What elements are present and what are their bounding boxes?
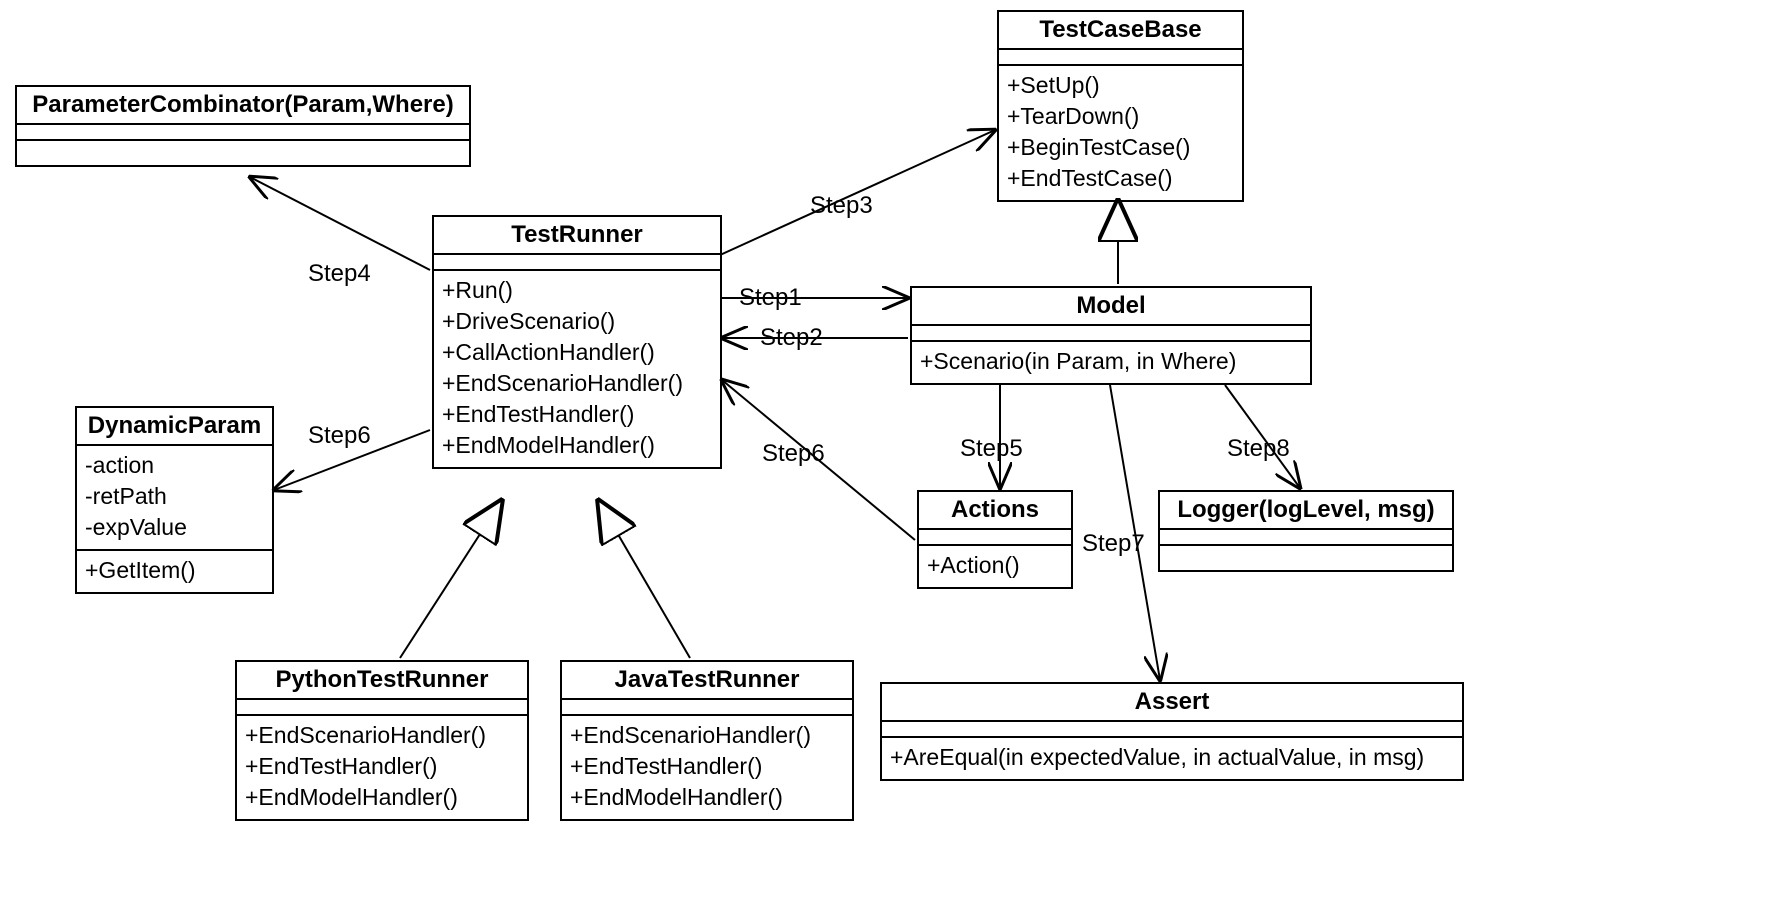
class-title: PythonTestRunner xyxy=(237,662,527,700)
class-op: +CallActionHandler() xyxy=(442,337,712,368)
class-op: +Scenario(in Param, in Where) xyxy=(920,346,1302,377)
class-attrs-empty xyxy=(912,326,1310,342)
class-attrs: -action -retPath -expValue xyxy=(77,446,272,551)
class-title: ParameterCombinator(Param,Where) xyxy=(17,87,469,125)
class-op: +TearDown() xyxy=(1007,101,1234,132)
class-test-case-base: TestCaseBase +SetUp() +TearDown() +Begin… xyxy=(997,10,1244,202)
class-op: +EndScenarioHandler() xyxy=(442,368,712,399)
class-op: +BeginTestCase() xyxy=(1007,132,1234,163)
class-title: JavaTestRunner xyxy=(562,662,852,700)
class-attrs-empty xyxy=(237,700,527,716)
class-attrs-empty xyxy=(17,125,469,141)
class-ops: +Run() +DriveScenario() +CallActionHandl… xyxy=(434,271,720,467)
class-attrs-empty xyxy=(999,50,1242,66)
class-ops-empty xyxy=(17,141,469,165)
label-step3: Step3 xyxy=(808,192,875,220)
class-attrs-empty xyxy=(434,255,720,271)
class-op: +AreEqual(in expectedValue, in actualVal… xyxy=(890,742,1454,773)
class-assert: Assert +AreEqual(in expectedValue, in ac… xyxy=(880,682,1464,781)
class-title: Actions xyxy=(919,492,1071,530)
class-attr: -expValue xyxy=(85,512,264,543)
class-model: Model +Scenario(in Param, in Where) xyxy=(910,286,1312,385)
class-op: +EndTestHandler() xyxy=(570,751,844,782)
class-ops: +EndScenarioHandler() +EndTestHandler() … xyxy=(237,716,527,819)
class-ops: +SetUp() +TearDown() +BeginTestCase() +E… xyxy=(999,66,1242,200)
class-logger: Logger(logLevel, msg) xyxy=(1158,490,1454,572)
label-step8: Step8 xyxy=(1225,435,1292,463)
class-op: +EndTestHandler() xyxy=(442,399,712,430)
class-op: +EndModelHandler() xyxy=(570,782,844,813)
class-attrs-empty xyxy=(919,530,1071,546)
class-op: +EndTestHandler() xyxy=(245,751,519,782)
class-actions: Actions +Action() xyxy=(917,490,1073,589)
class-attr: -retPath xyxy=(85,481,264,512)
label-step1: Step1 xyxy=(737,284,804,312)
class-title: Assert xyxy=(882,684,1462,722)
label-step5: Step5 xyxy=(958,435,1025,463)
class-attrs-empty xyxy=(882,722,1462,738)
class-test-runner: TestRunner +Run() +DriveScenario() +Call… xyxy=(432,215,722,469)
class-op: +DriveScenario() xyxy=(442,306,712,337)
class-ops: +Action() xyxy=(919,546,1071,587)
class-op: +Run() xyxy=(442,275,712,306)
class-op: +GetItem() xyxy=(85,555,264,586)
class-title: Model xyxy=(912,288,1310,326)
class-op: +Action() xyxy=(927,550,1063,581)
class-op: +EndScenarioHandler() xyxy=(245,720,519,751)
label-step4: Step4 xyxy=(306,260,373,288)
label-step2: Step2 xyxy=(758,324,825,352)
class-op: +EndModelHandler() xyxy=(442,430,712,461)
class-ops: +AreEqual(in expectedValue, in actualVal… xyxy=(882,738,1462,779)
class-attr: -action xyxy=(85,450,264,481)
class-java-test-runner: JavaTestRunner +EndScenarioHandler() +En… xyxy=(560,660,854,821)
class-python-test-runner: PythonTestRunner +EndScenarioHandler() +… xyxy=(235,660,529,821)
label-step6a: Step6 xyxy=(306,422,373,450)
label-step6b: Step6 xyxy=(760,440,827,468)
class-title: TestCaseBase xyxy=(999,12,1242,50)
class-title: TestRunner xyxy=(434,217,720,255)
class-op: +SetUp() xyxy=(1007,70,1234,101)
class-dynamic-param: DynamicParam -action -retPath -expValue … xyxy=(75,406,274,594)
class-ops: +Scenario(in Param, in Where) xyxy=(912,342,1310,383)
class-parameter-combinator: ParameterCombinator(Param,Where) xyxy=(15,85,471,167)
class-op: +EndScenarioHandler() xyxy=(570,720,844,751)
class-op: +EndModelHandler() xyxy=(245,782,519,813)
class-ops: +EndScenarioHandler() +EndTestHandler() … xyxy=(562,716,852,819)
class-op: +EndTestCase() xyxy=(1007,163,1234,194)
label-step7: Step7 xyxy=(1080,530,1147,558)
class-title: DynamicParam xyxy=(77,408,272,446)
class-title: Logger(logLevel, msg) xyxy=(1160,492,1452,530)
class-ops-empty xyxy=(1160,546,1452,570)
class-attrs-empty xyxy=(562,700,852,716)
class-attrs-empty xyxy=(1160,530,1452,546)
class-ops: +GetItem() xyxy=(77,551,272,592)
